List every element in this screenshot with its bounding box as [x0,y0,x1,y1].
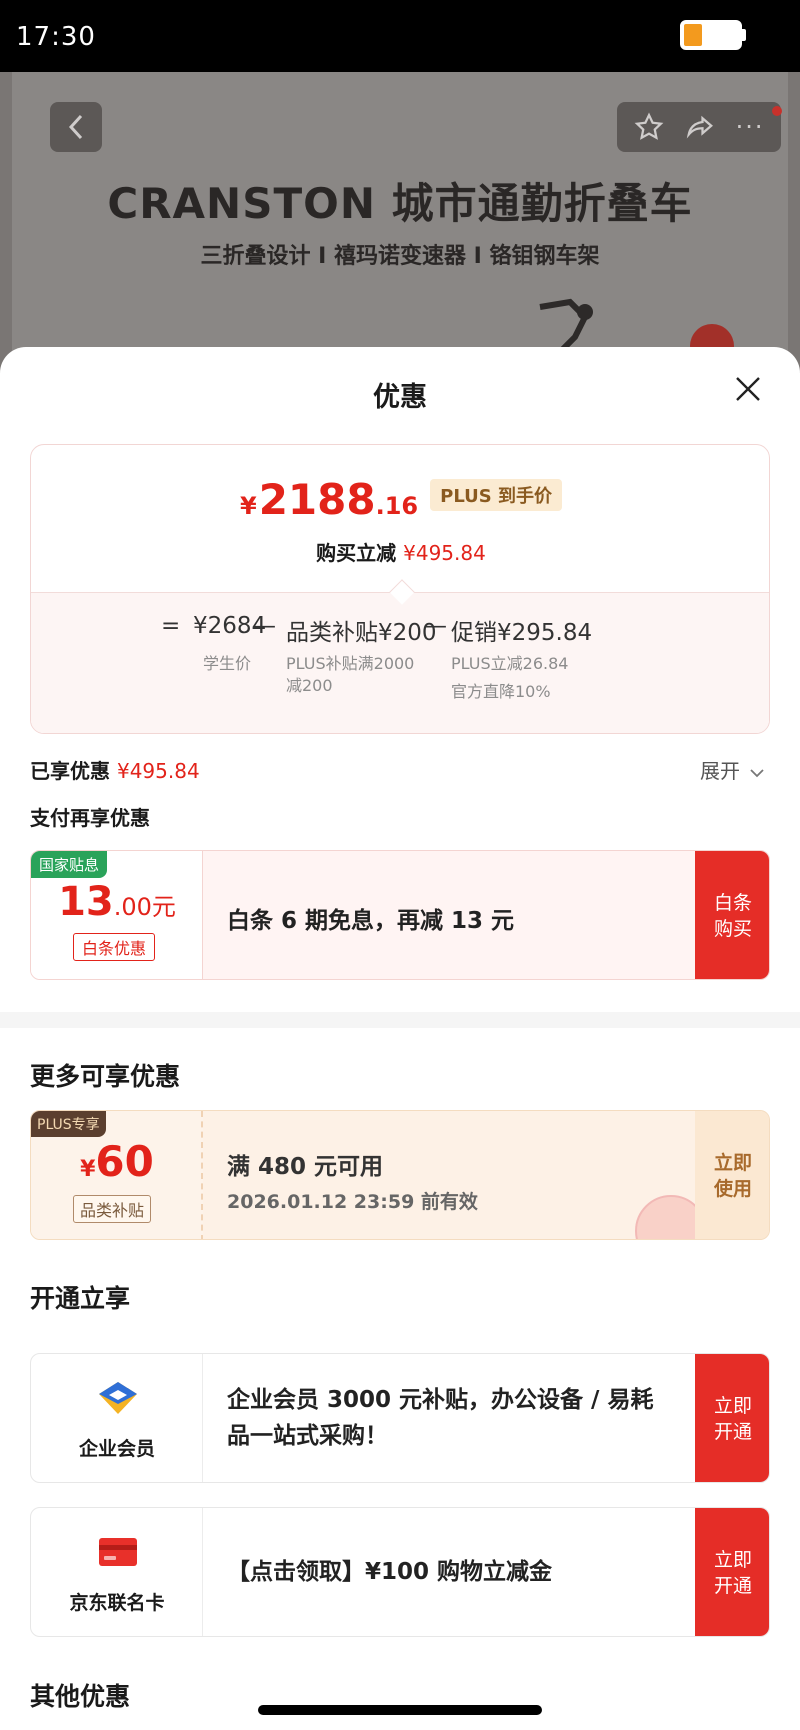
product-title: CRANSTON 城市通勤折叠车 [107,179,693,228]
baitiao-amount: 13.00元 [31,879,203,925]
expand-label: 展开 [700,759,740,783]
baitiao-offer-card: 国家贴息 13.00元 白条优惠 白条 6 期免息，再减 13 元 白条购买 [30,850,770,980]
formula-category-note-2: 减200 [286,676,333,695]
coupon-expiry: 2026.01.12 23:59 前有效 [227,1191,478,1213]
instant-discount-value: ¥495.84 [403,541,486,565]
jd-button-line1: 立即 [713,1549,752,1571]
open-jd-card-button[interactable]: 立即 开通 [695,1508,769,1636]
card-icon [99,1538,137,1566]
price-integer: 2188 [258,475,376,524]
price-decimal: .16 [375,492,419,520]
plus-exclusive-tag: PLUS专享 [31,1111,106,1137]
enterprise-member-card: 企业会员 企业会员 3000 元补贴，办公设备 / 易耗品一站式采购！ 立即开通 [30,1353,770,1483]
enterprise-member-panel: 企业会员 [31,1354,203,1482]
formula-minus-1: — [253,613,276,639]
enterprise-button-line1: 立即 [713,1395,752,1417]
enterprise-member-label: 企业会员 [78,1438,155,1460]
pay-more-title: 支付再享优惠 [30,806,150,830]
baitiao-chip: 白条优惠 [73,933,156,961]
back-icon [68,114,83,140]
jd-card-label: 京东联名卡 [69,1592,165,1614]
baitiao-amount-panel: 国家贴息 13.00元 白条优惠 [31,851,203,979]
price-currency: ¥ [240,492,257,520]
coupon-currency: ¥ [80,1157,96,1182]
close-icon[interactable] [732,373,764,405]
coupon-value: 60 [95,1137,154,1186]
jd-card-panel: 京东联名卡 [31,1508,203,1636]
product-subtitle: 三折叠设计 I 禧玛诺变速器 I 铬钼钢车架 [200,244,600,269]
formula-category-subsidy: 品类补贴¥200 [286,620,437,646]
share-icon[interactable] [685,112,715,142]
discount-sheet: 优惠 ¥ 2188 .16 PLUS 到手价 购买立减 ¥495.84 = ¥2… [0,347,800,1730]
more-icon[interactable]: ··· [736,113,765,141]
coupon-button-line1: 立即 [713,1152,752,1174]
star-icon[interactable] [634,112,664,142]
enterprise-button-line2: 开通 [713,1421,752,1443]
gov-subsidy-tag: 国家贴息 [31,851,108,878]
open-enjoy-title: 开通立享 [30,1284,131,1313]
chevron-down-icon [750,769,764,778]
formula-base-label: 学生价 [203,654,252,673]
expand-button[interactable]: 展开 [700,755,764,784]
enterprise-member-icon [99,1382,137,1414]
baitiao-button-line2: 购买 [713,918,752,940]
product-page-background: ··· CRANSTON 城市通勤折叠车 三折叠设计 I 禧玛诺变速器 I 铬钼… [0,72,800,372]
applied-label: 已享优惠 [30,759,110,783]
status-time: 17:30 [16,22,96,52]
price-summary-card: ¥ 2188 .16 PLUS 到手价 购买立减 ¥495.84 = ¥2684… [30,444,770,734]
jd-card-description: 【点击领取】¥100 购物立减金 [227,1559,553,1585]
formula-category-note-1: PLUS补贴满2000 [286,654,415,673]
applied-value: ¥495.84 [116,759,200,783]
coupon-amount: ¥60 [31,1137,203,1186]
baitiao-amount-int: 13 [58,879,114,925]
plus-price-tag: PLUS 到手价 [430,479,562,511]
plus-coupon-card: PLUS专享 ¥60 品类补贴 满 480 元可用 2026.01.12 23:… [30,1110,770,1240]
baitiao-button-line1: 白条 [713,892,752,914]
coupon-chip: 品类补贴 [73,1195,152,1223]
jd-button-line2: 开通 [713,1575,752,1597]
baitiao-description: 白条 6 期免息，再减 13 元 [227,908,515,934]
formula-promo: 促销¥295.84 [451,620,593,646]
formula-minus-2: — [424,613,447,639]
coupon-condition: 满 480 元可用 [227,1154,384,1180]
baitiao-amount-dec: .00元 [113,893,176,921]
battery-icon [680,20,742,50]
baitiao-buy-button[interactable]: 白条 购买 [695,851,769,979]
instant-discount: 购买立减 ¥495.84 [31,537,769,566]
more-offers-title: 更多可享优惠 [30,1062,181,1091]
coupon-button-line2: 使用 [713,1178,752,1200]
home-indicator[interactable] [258,1705,542,1715]
battery-cap [742,29,746,41]
formula-promo-note-1: PLUS立减26.84 [451,654,569,673]
jd-cobrand-card: 京东联名卡 【点击领取】¥100 购物立减金 立即开通 [30,1507,770,1637]
section-divider [0,1012,800,1028]
formula-equals: = [161,613,181,639]
back-button[interactable] [50,102,102,152]
applied-discount: 已享优惠 ¥495.84 [30,755,200,784]
final-price: ¥ 2188 .16 PLUS 到手价 [31,475,769,524]
coupon-amount-panel: PLUS专享 ¥60 品类补贴 [31,1111,203,1239]
formula-promo-note-2: 官方直降10% [451,682,551,701]
use-coupon-button[interactable]: 立即 使用 [695,1111,769,1239]
instant-discount-label: 购买立减 [316,541,397,565]
open-enterprise-button[interactable]: 立即 开通 [695,1354,769,1482]
status-bar: 17:30 [0,0,800,72]
sheet-title: 优惠 [373,382,427,413]
enterprise-member-description: 企业会员 3000 元补贴，办公设备 / 易耗品一站式采购！ [227,1387,654,1449]
nav-actions: ··· [617,102,781,152]
other-offers-title: 其他优惠 [30,1682,131,1711]
notification-dot [772,106,782,116]
